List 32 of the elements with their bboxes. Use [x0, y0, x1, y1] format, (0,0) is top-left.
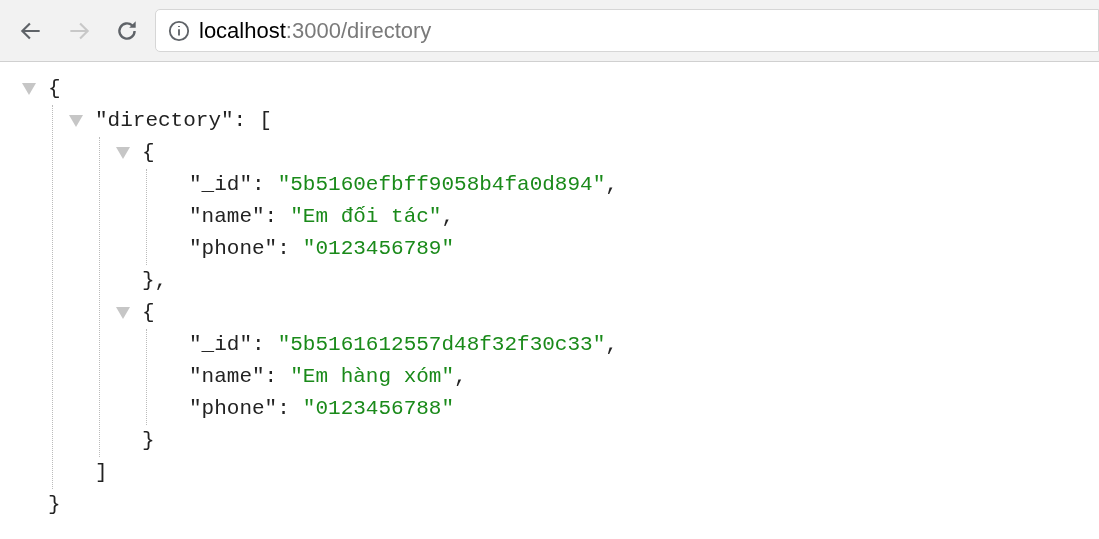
json-punctuation: ,	[605, 172, 618, 199]
json-key: "name":	[189, 361, 278, 393]
expand-toggle-icon[interactable]	[22, 83, 36, 95]
expand-toggle-icon[interactable]	[116, 307, 130, 319]
json-string-value: "Em hàng xóm"	[290, 364, 455, 391]
json-string-value: "5b5160efbff9058b4fa0d894"	[277, 172, 606, 199]
json-bracket: [	[259, 108, 272, 135]
json-key: "phone":	[189, 233, 290, 265]
json-key: "_id":	[189, 329, 265, 361]
info-icon[interactable]	[168, 19, 190, 42]
json-bracket: }	[48, 492, 61, 519]
json-bracket: }	[142, 428, 155, 455]
json-bracket: {	[142, 140, 155, 167]
json-key: "_id":	[189, 169, 265, 201]
json-bracket: },	[142, 268, 168, 295]
address-bar[interactable]: localhost:3000/directory	[155, 9, 1099, 52]
json-string-value: "5b5161612557d48f32f30c33"	[277, 332, 606, 359]
expand-toggle-icon[interactable]	[69, 115, 83, 127]
json-key: "name":	[189, 201, 278, 233]
json-string-value: "Em đối tác"	[290, 204, 442, 231]
json-key: "directory":	[95, 105, 247, 137]
json-bracket: {	[142, 300, 155, 327]
json-key: "phone":	[189, 393, 290, 425]
json-string-value: "0123456789"	[302, 236, 455, 263]
expand-toggle-icon[interactable]	[116, 147, 130, 159]
json-bracket: ]	[95, 460, 108, 487]
json-string-value: "0123456788"	[302, 396, 455, 423]
json-bracket: {	[48, 76, 61, 103]
json-punctuation: ,	[441, 204, 455, 231]
json-punctuation: ,	[605, 332, 618, 359]
url-text: localhost:3000/directory	[199, 17, 432, 45]
json-punctuation: ,	[454, 364, 467, 391]
